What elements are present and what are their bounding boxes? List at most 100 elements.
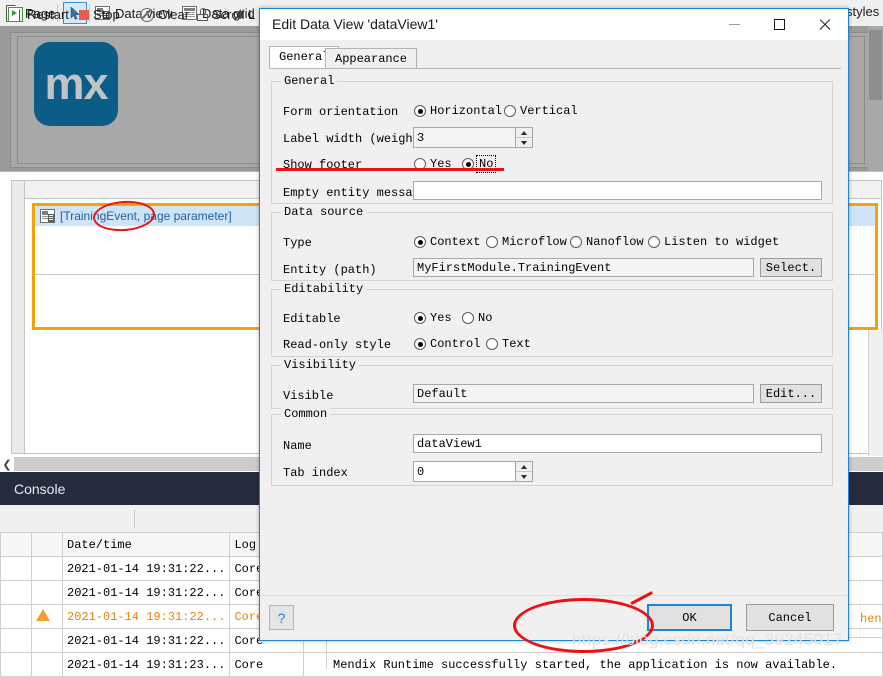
ok-button[interactable]: OK: [647, 604, 732, 631]
radio-type-nanoflow[interactable]: Nanoflow: [570, 235, 644, 249]
tab-index-input[interactable]: 0: [413, 461, 533, 482]
radio-label: No: [478, 311, 492, 325]
row-icon: [32, 629, 63, 653]
tab-appearance[interactable]: Appearance: [325, 48, 417, 69]
row-datetime: 2021-01-14 19:31:23...: [63, 653, 230, 677]
radio-readonly-control[interactable]: Control: [414, 337, 480, 351]
console-stop-label: Stop: [93, 7, 120, 22]
stepper-down-icon[interactable]: [516, 138, 532, 147]
cancel-button[interactable]: Cancel: [746, 604, 834, 631]
radio-editable-yes[interactable]: Yes: [414, 311, 452, 325]
visible-label: Visible: [283, 389, 333, 403]
console-stop-button[interactable]: Stop: [79, 6, 120, 23]
scroll-lock-icon: [197, 8, 208, 21]
name-label: Name: [283, 439, 312, 453]
radio-label: Yes: [430, 311, 452, 325]
radio-form-orientation-vertical[interactable]: Vertical: [504, 104, 578, 118]
right-panel-tab-styles[interactable]: styles: [846, 4, 879, 19]
empty-entity-message-label: Empty entity message: [283, 186, 427, 200]
console-clear-label: Clear: [158, 7, 189, 22]
stepper-up-icon[interactable]: [516, 462, 532, 472]
help-icon: ?: [278, 610, 286, 626]
name-value: dataView1: [417, 437, 482, 451]
clipped-warning-text: hen th: [860, 612, 883, 626]
common-groupbox-legend: Common: [281, 407, 330, 421]
edit-data-view-dialog: Edit Data View 'dataView1' General Appea…: [259, 8, 849, 641]
label-width-value: 3: [417, 131, 424, 145]
radio-editable-no[interactable]: No: [462, 311, 492, 325]
entity-path-value: MyFirstModule.TrainingEvent: [417, 261, 611, 275]
data-source-groupbox-legend: Data source: [281, 205, 366, 219]
editable-label: Editable: [283, 312, 341, 326]
radio-dot-icon: [414, 105, 426, 117]
col-datetime[interactable]: Date/time: [63, 533, 230, 557]
radio-dot-icon: [414, 312, 426, 324]
radio-label: Microflow: [502, 235, 567, 249]
select-entity-button[interactable]: Select.: [760, 258, 822, 277]
editability-groupbox-legend: Editability: [281, 282, 366, 296]
row-datetime: 2021-01-14 19:31:22...: [63, 629, 230, 653]
row-datetime: 2021-01-14 19:31:22...: [63, 581, 230, 605]
radio-dot-icon: [414, 338, 426, 350]
radio-readonly-text[interactable]: Text: [486, 337, 531, 351]
general-groupbox-legend: General: [281, 74, 337, 88]
collapse-panel-button[interactable]: ❮: [0, 457, 14, 471]
console-restart-button[interactable]: Restart: [8, 6, 69, 23]
col-select: [1, 533, 32, 557]
dialog-tabstrip: General Appearance: [269, 47, 841, 69]
dialog-title: Edit Data View 'dataView1': [272, 16, 438, 32]
radio-type-microflow[interactable]: Microflow: [486, 235, 567, 249]
label-width-stepper[interactable]: [515, 128, 532, 147]
tab-index-stepper[interactable]: [515, 462, 532, 481]
radio-label: Nanoflow: [586, 235, 644, 249]
radio-dot-icon: [486, 236, 498, 248]
radio-type-context[interactable]: Context: [414, 235, 480, 249]
console-title: Console: [14, 481, 65, 497]
help-button[interactable]: ?: [269, 605, 294, 630]
console-scroll-lock-button[interactable]: Scroll L: [197, 6, 255, 23]
radio-dot-icon: [414, 236, 426, 248]
stepper-down-icon[interactable]: [516, 472, 532, 481]
radio-type-listen-to-widget[interactable]: Listen to widget: [648, 235, 779, 249]
radio-dot-icon: [462, 312, 474, 324]
editor-scrollbar[interactable]: [868, 330, 883, 456]
data-view-icon: [40, 209, 55, 223]
visible-input[interactable]: Default: [413, 384, 754, 403]
tab-index-label: Tab index: [283, 466, 348, 480]
clear-icon: [140, 8, 154, 22]
console-separator: [134, 510, 135, 528]
minimize-icon: [729, 24, 740, 25]
radio-dot-icon: [486, 338, 498, 350]
console-clear-button[interactable]: Clear: [140, 6, 189, 23]
tab-index-value: 0: [417, 465, 424, 479]
radio-form-orientation-horizontal[interactable]: Horizontal: [414, 104, 502, 118]
mendix-logo: mx: [34, 42, 118, 126]
label-width-label: Label width (weight): [283, 132, 427, 146]
row-lognode: Core: [230, 653, 304, 677]
close-icon: [818, 18, 831, 31]
empty-entity-message-input[interactable]: [413, 181, 822, 200]
row-icon: [32, 581, 63, 605]
dialog-titlebar[interactable]: Edit Data View 'dataView1': [260, 9, 848, 40]
row-datetime: 2021-01-14 19:31:22...: [63, 557, 230, 581]
close-button[interactable]: [802, 9, 847, 40]
row-icon: [32, 653, 63, 677]
edit-visibility-button[interactable]: Edit...: [760, 384, 822, 403]
radio-label: Vertical: [520, 104, 578, 118]
restart-icon: [8, 7, 23, 22]
maximize-icon: [774, 19, 785, 30]
label-width-input[interactable]: 3: [413, 127, 533, 148]
visible-value: Default: [417, 387, 467, 401]
canvas-scrollbar-thumb[interactable]: [869, 30, 882, 100]
maximize-button[interactable]: [757, 9, 802, 40]
name-input[interactable]: dataView1: [413, 434, 822, 453]
entity-path-input[interactable]: MyFirstModule.TrainingEvent: [413, 258, 754, 277]
stepper-up-icon[interactable]: [516, 128, 532, 138]
radio-label: Horizontal: [430, 104, 502, 118]
radio-label: Control: [430, 337, 480, 351]
radio-label: Context: [430, 235, 480, 249]
row-datetime: 2021-01-14 19:31:22...: [63, 605, 230, 629]
minimize-button[interactable]: [712, 9, 757, 40]
radio-dot-icon: [570, 236, 582, 248]
visibility-groupbox-legend: Visibility: [281, 358, 359, 372]
